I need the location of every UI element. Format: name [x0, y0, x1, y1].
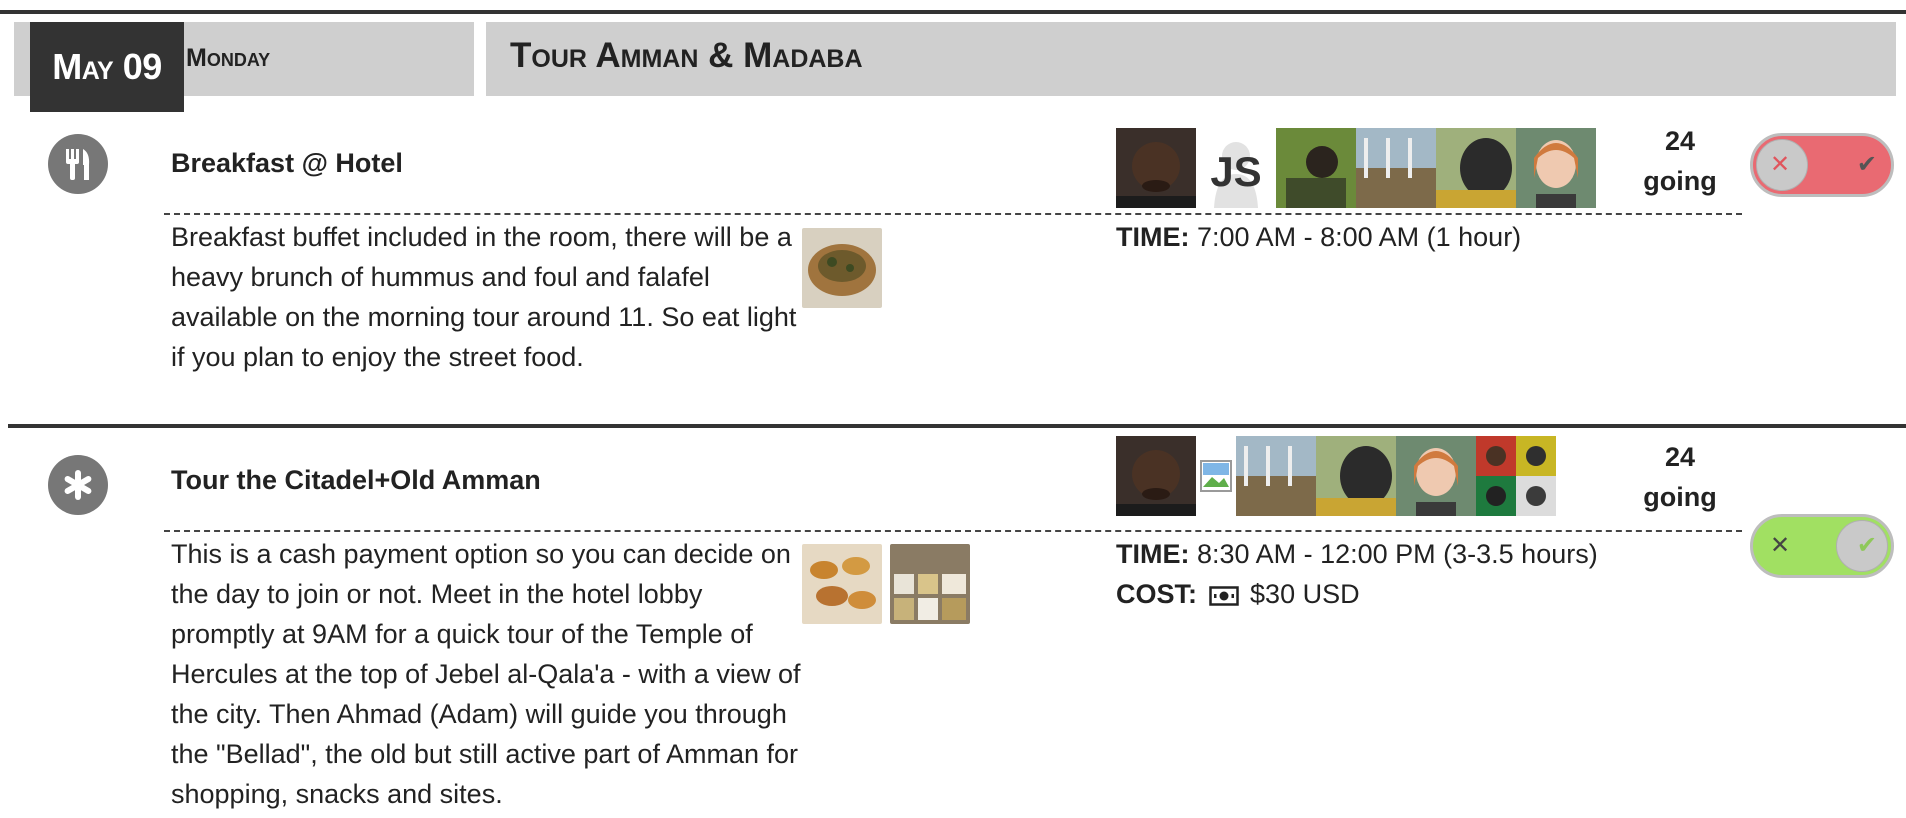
- avatar[interactable]: [1356, 128, 1436, 208]
- avatar[interactable]: [1476, 436, 1556, 516]
- going-count: 24 going: [1643, 442, 1717, 512]
- event-time: TIME: 8:30 AM - 12:00 PM (3-3.5 hours): [1116, 539, 1598, 569]
- close-icon: ✕: [1770, 151, 1791, 178]
- event-description: This is a cash payment option so you can…: [171, 539, 801, 809]
- event-divider: [164, 213, 1742, 215]
- avatar[interactable]: [1116, 436, 1196, 516]
- avatar[interactable]: [1116, 128, 1196, 208]
- check-icon: ✔: [1856, 151, 1877, 178]
- event-cost: COST: $30 USD: [1116, 574, 1598, 617]
- event-photo[interactable]: [802, 228, 882, 308]
- asterisk-icon: [48, 455, 108, 515]
- utensils-icon: [48, 134, 108, 194]
- avatar[interactable]: [1316, 436, 1396, 516]
- event-details: TIME: 8:30 AM - 12:00 PM (3-3.5 hours) C…: [1116, 534, 1598, 617]
- event-divider: [164, 530, 1742, 532]
- day-label: Monday: [186, 44, 271, 72]
- top-divider: [0, 10, 1906, 14]
- avatar[interactable]: [1396, 436, 1476, 516]
- event-separator: [8, 424, 1906, 428]
- check-icon: ✔: [1856, 532, 1877, 559]
- avatar[interactable]: [1236, 436, 1316, 516]
- event-title[interactable]: Breakfast @ Hotel: [171, 148, 403, 179]
- date-badge: May 09: [30, 22, 184, 112]
- avatar[interactable]: JS: [1196, 128, 1276, 208]
- event-photo[interactable]: [890, 544, 970, 624]
- event-description: Breakfast buffet included in the room, t…: [171, 222, 797, 372]
- avatar[interactable]: [1516, 128, 1596, 208]
- event-title[interactable]: Tour the Citadel+Old Amman: [171, 465, 541, 496]
- event-time: TIME: 7:00 AM - 8:00 AM (1 hour): [1116, 222, 1522, 252]
- attendee-avatars[interactable]: [1116, 436, 1556, 516]
- rsvp-toggle[interactable]: ✕ ✔: [1750, 514, 1894, 578]
- avatar[interactable]: [1436, 128, 1516, 208]
- tour-title: Tour Amman & Madaba: [510, 36, 863, 75]
- event-photo[interactable]: [802, 544, 882, 624]
- cash-icon: [1208, 577, 1239, 617]
- avatar-initials: JS: [1210, 148, 1262, 195]
- avatar[interactable]: [1276, 128, 1356, 208]
- close-icon: ✕: [1770, 532, 1791, 559]
- broken-image-icon[interactable]: [1196, 436, 1236, 516]
- rsvp-toggle[interactable]: ✕ ✔: [1750, 133, 1894, 197]
- attendee-avatars[interactable]: JS: [1116, 128, 1596, 208]
- going-count: 24 going: [1643, 126, 1717, 196]
